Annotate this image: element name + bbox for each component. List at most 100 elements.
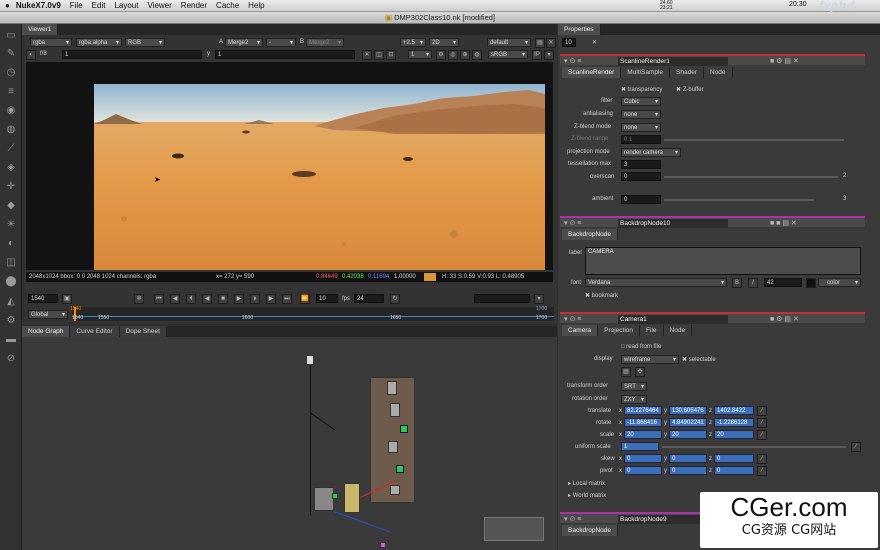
color-swatch[interactable] [806,278,816,288]
rotate-y-field[interactable]: 4.84902241 [669,418,707,427]
play-back-icon[interactable]: ◀ [202,294,212,304]
keyer-nodes-icon[interactable]: ⟋ [5,143,17,155]
rotate-x-field[interactable]: -11.868416 [624,418,662,427]
app-menu[interactable]: NukeX7.0v9 [16,1,61,10]
color-nodes-icon[interactable]: ◉ [5,105,17,117]
update-icon[interactable]: ⚙ [436,50,446,60]
tab-file[interactable]: File [640,325,664,336]
backdrop-label-textarea[interactable]: CAMERA [585,247,861,275]
uniform-scale-slider[interactable] [662,446,846,448]
clear-panel-icon[interactable]: ✕ [592,39,597,46]
scale-anim-icon[interactable]: ⁄ [757,430,767,440]
first-frame-icon[interactable]: ⏮ [154,294,164,304]
overscan-slider[interactable] [664,176,838,178]
camera-header[interactable]: ▾ ⊙ ≡ Camera1 ■ ⚙ ▤ ✕ [560,312,865,324]
views-icon[interactable]: ◐ [5,238,17,250]
read-node[interactable] [306,355,314,365]
skew-x-field[interactable]: 0 [624,454,662,463]
tab-node[interactable]: Node [704,67,733,78]
pivot-anim-icon[interactable]: ⁄ [757,466,767,476]
3d-nodes-icon[interactable]: ◆ [5,200,17,212]
translate-y-field[interactable]: 130.605476 [669,406,707,415]
loop-icon[interactable]: ↻ [390,294,400,304]
playback-range-field[interactable] [474,294,530,303]
proxy-icon[interactable]: ◫ [374,50,384,60]
zblend-dropdown[interactable]: none [621,123,661,132]
scanline-header-icons[interactable]: ▾ ⊙ ≡ [564,57,581,65]
tab-backdropnode9[interactable]: BackdropNode [562,525,618,536]
tab-viewer1[interactable]: Viewer1 [22,24,59,35]
ambient-field[interactable]: 0 [621,195,661,204]
draw-nodes-icon[interactable]: ✎ [5,48,17,60]
time-nodes-icon[interactable]: ◷ [5,67,17,79]
menu-help[interactable]: Help [248,1,264,10]
menu-edit[interactable]: Edit [92,1,106,10]
display-dropdown[interactable]: wireframe [621,355,679,364]
menu-file[interactable]: File [70,1,83,10]
skew-y-field[interactable]: 0 [669,454,707,463]
timeline-ruler[interactable]: 1540 1540 1550 1600 1650 1700 1700 [70,306,554,321]
zblend-range-field[interactable]: 0.1 [621,135,661,144]
toolsets-icon[interactable]: ⬤ [5,276,17,288]
view-mode-dropdown[interactable]: 2D [429,38,459,47]
font-size-field[interactable]: 42 [764,278,802,287]
step-forward-icon[interactable]: ⏵ [250,294,260,304]
translate-anim-icon[interactable]: ⁄ [757,406,767,416]
bookmark-checkbox[interactable]: ✖ bookmark [585,292,618,299]
local-matrix-toggle[interactable]: ▸ Local matrix [568,480,605,487]
viewer-close-icon[interactable]: ✕ [546,38,556,48]
transform-nodes-icon[interactable]: ✛ [5,181,17,193]
gamma-field[interactable]: 1 [215,50,355,59]
tab-dope-sheet[interactable]: Dope Sheet [119,326,167,337]
merge-nodes-icon[interactable]: ◈ [5,162,17,174]
prev-key-icon[interactable]: ◀ [170,294,180,304]
channels-dropdown[interactable]: rgba [30,38,72,47]
tessellation-field[interactable]: 3 [621,160,661,169]
read-from-file-checkbox[interactable]: □ read from file [621,344,661,350]
play-icon[interactable]: ▶ [234,294,244,304]
menu-render[interactable]: Render [181,1,207,10]
fstop-field[interactable]: 1 [62,50,202,59]
transparency-checkbox[interactable]: ✖ transparency [621,86,662,93]
zblend-range-slider[interactable] [664,139,844,141]
font-dropdown[interactable]: Verdana [585,278,727,287]
viewer-canvas[interactable]: ➤ [26,62,553,270]
next-key-icon[interactable]: ▶ [266,294,276,304]
menu-layout[interactable]: Layout [114,1,138,10]
skip-icon[interactable]: ⏩ [300,294,310,304]
camera-header-icons[interactable]: ▾ ⊙ ≡ [564,315,581,323]
backdrop10-close-icon[interactable]: ■ ■ ▤ ✕ [770,219,797,227]
a-input-dropdown[interactable]: Merge2 [225,38,263,47]
rotation-order-dropdown[interactable]: ZXY [621,395,647,404]
toggle-icon[interactable]: ◐ [26,50,36,60]
image-nodes-icon[interactable]: ▭ [5,30,17,42]
lut-dropdown[interactable]: default [487,38,531,47]
timeline-menu-icon[interactable]: ▾ [534,294,544,304]
skew-anim-icon[interactable]: ⁄ [757,454,767,464]
tab-camera[interactable]: Camera [562,325,599,336]
filter-nodes-icon[interactable]: ◍ [5,124,17,136]
pivot-x-field[interactable]: 0 [624,466,662,475]
bold-button[interactable]: B [732,278,742,288]
node-graph-canvas[interactable] [22,337,557,550]
particles-icon[interactable]: ✳ [5,219,17,231]
tab-backdropnode[interactable]: BackdropNode [562,229,618,240]
lock-frame-icon[interactable]: ▣ [62,294,72,304]
zbuffer-checkbox[interactable]: ✖ Z-buffer [676,86,704,93]
tab-properties[interactable]: Properties [558,24,601,35]
axis-icon[interactable]: ✣ [635,367,645,377]
merge-node[interactable] [314,487,334,511]
step-field[interactable]: 10 [316,294,338,303]
world-matrix-toggle[interactable]: ▸ World matrix [568,492,606,499]
italic-button[interactable]: I [748,278,758,288]
lock-icon[interactable]: ⊕ [460,50,470,60]
refresh-icon[interactable]: ◍ [472,50,482,60]
scale-y-field[interactable]: 20 [669,430,707,439]
tab-scanlinerender[interactable]: ScanlineRender [562,67,622,78]
fps-field[interactable]: 24 [354,294,384,303]
ofx-icon[interactable]: ▬ [5,334,17,346]
channel-nodes-icon[interactable]: ≡ [5,86,17,98]
roi-icon[interactable]: ⊡ [386,50,396,60]
furnace-icon[interactable]: ⚙ [5,315,17,327]
backdrop10-name-field[interactable]: BackdropNode10 [618,219,728,228]
